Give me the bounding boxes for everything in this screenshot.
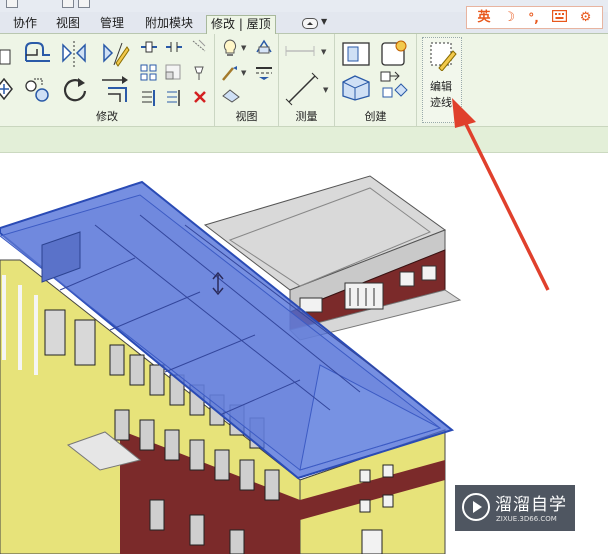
minimize-ribbon-icon <box>302 18 318 29</box>
chevron-down-icon[interactable]: ▼ <box>323 86 328 94</box>
edit-footprint-icon <box>429 41 457 71</box>
tab-addins[interactable]: 附加模块 <box>141 15 197 34</box>
gear-icon[interactable]: ⚙ <box>580 11 592 24</box>
watermark-title: 溜溜自学 <box>495 495 567 515</box>
paint-icon[interactable] <box>221 64 239 82</box>
line-pattern-icon[interactable] <box>255 64 273 82</box>
edit-footprint-label-line1: 编辑 <box>430 80 452 93</box>
delete-icon[interactable] <box>192 89 208 105</box>
create-assembly-icon[interactable] <box>379 38 409 68</box>
watermark-url: ZIXUE.3D66.COM <box>496 515 557 523</box>
eraser-icon[interactable] <box>221 87 241 103</box>
tab-modify-roof[interactable]: 修改 | 屋顶 <box>206 15 276 34</box>
trim-extend-icon[interactable] <box>100 74 132 104</box>
play-logo-icon <box>462 493 490 521</box>
aligned-dimension-icon[interactable] <box>285 72 319 106</box>
panel-label-view: 视图 <box>235 110 258 123</box>
tab-view[interactable]: 视图 <box>52 15 84 34</box>
pin-icon[interactable] <box>190 64 208 82</box>
watermark: 溜溜自学 ZIXUE.3D66.COM <box>455 485 575 531</box>
panel-measure: ▼ ▼ 测量 <box>279 34 335 126</box>
chevron-down-icon: ▼ <box>321 17 328 26</box>
keyboard-icon[interactable] <box>551 9 567 25</box>
mirror-draw-axis-icon[interactable] <box>100 39 130 69</box>
trim-multiple-icon[interactable] <box>140 89 158 107</box>
punctuation-icon[interactable]: °, <box>528 12 539 24</box>
paste-icon[interactable] <box>0 48 12 66</box>
panel-label-create: 创建 <box>364 110 387 123</box>
qat-close-icon[interactable] <box>62 0 74 8</box>
qat-button[interactable] <box>6 0 18 8</box>
panel-label-measure: 测量 <box>295 110 318 123</box>
create-parts-icon[interactable] <box>341 39 371 67</box>
array-icon[interactable] <box>140 64 158 82</box>
mirror-pick-axis-icon[interactable] <box>60 39 88 69</box>
chevron-down-icon[interactable]: ▼ <box>321 48 326 56</box>
unpin-icon[interactable] <box>190 38 208 54</box>
offset-icon[interactable] <box>23 39 53 67</box>
trim-single-icon[interactable] <box>165 89 183 107</box>
panel-create: 创建 <box>335 34 417 126</box>
rotate-icon[interactable] <box>60 75 90 105</box>
ribbon-display-toggle[interactable]: ▼ <box>302 17 328 31</box>
chevron-down-icon[interactable]: ▼ <box>241 69 246 77</box>
measure-between-icon[interactable] <box>284 44 316 58</box>
move-icon[interactable] <box>22 75 52 105</box>
split-gap-icon[interactable] <box>165 40 183 54</box>
align-icon[interactable] <box>0 78 14 100</box>
override-graphics-icon[interactable] <box>221 38 239 58</box>
rear-wing-window <box>399 271 415 287</box>
ime-language-toggle[interactable]: 英 <box>478 11 491 24</box>
tab-collaborate[interactable]: 协作 <box>9 15 41 34</box>
revit-window: 协作 视图 管理 附加模块 修改 | 屋顶 ▼ 英 ☽ °, ⚙ 修改 ▼ ▼ … <box>0 0 608 554</box>
chevron-down-icon[interactable]: ▼ <box>241 44 246 52</box>
linework-icon[interactable] <box>255 38 273 56</box>
rear-wing-door <box>344 282 384 310</box>
ribbon-panel-area: 修改 ▼ ▼ 视图 ▼ ▼ 测量 创建 编辑 迹线 <box>0 34 608 127</box>
panel-view: ▼ ▼ 视图 <box>215 34 279 126</box>
qat-button[interactable] <box>78 0 90 8</box>
rear-wing-window <box>421 265 437 281</box>
create-group-icon[interactable] <box>341 72 371 102</box>
panel-modify: 修改 <box>0 34 215 126</box>
options-bar <box>0 127 608 153</box>
split-element-icon[interactable] <box>140 40 158 54</box>
create-similar-icon[interactable] <box>379 70 411 104</box>
edit-footprint-label-line2: 迹线 <box>430 96 452 109</box>
panel-label-modify: 修改 <box>96 110 118 123</box>
moon-icon[interactable]: ☽ <box>504 11 516 24</box>
tab-manage[interactable]: 管理 <box>96 15 128 34</box>
edit-footprint-button[interactable]: 编辑 迹线 <box>422 37 462 123</box>
scale-icon[interactable] <box>165 64 183 82</box>
ime-toolbar: 英 ☽ °, ⚙ <box>466 6 603 29</box>
